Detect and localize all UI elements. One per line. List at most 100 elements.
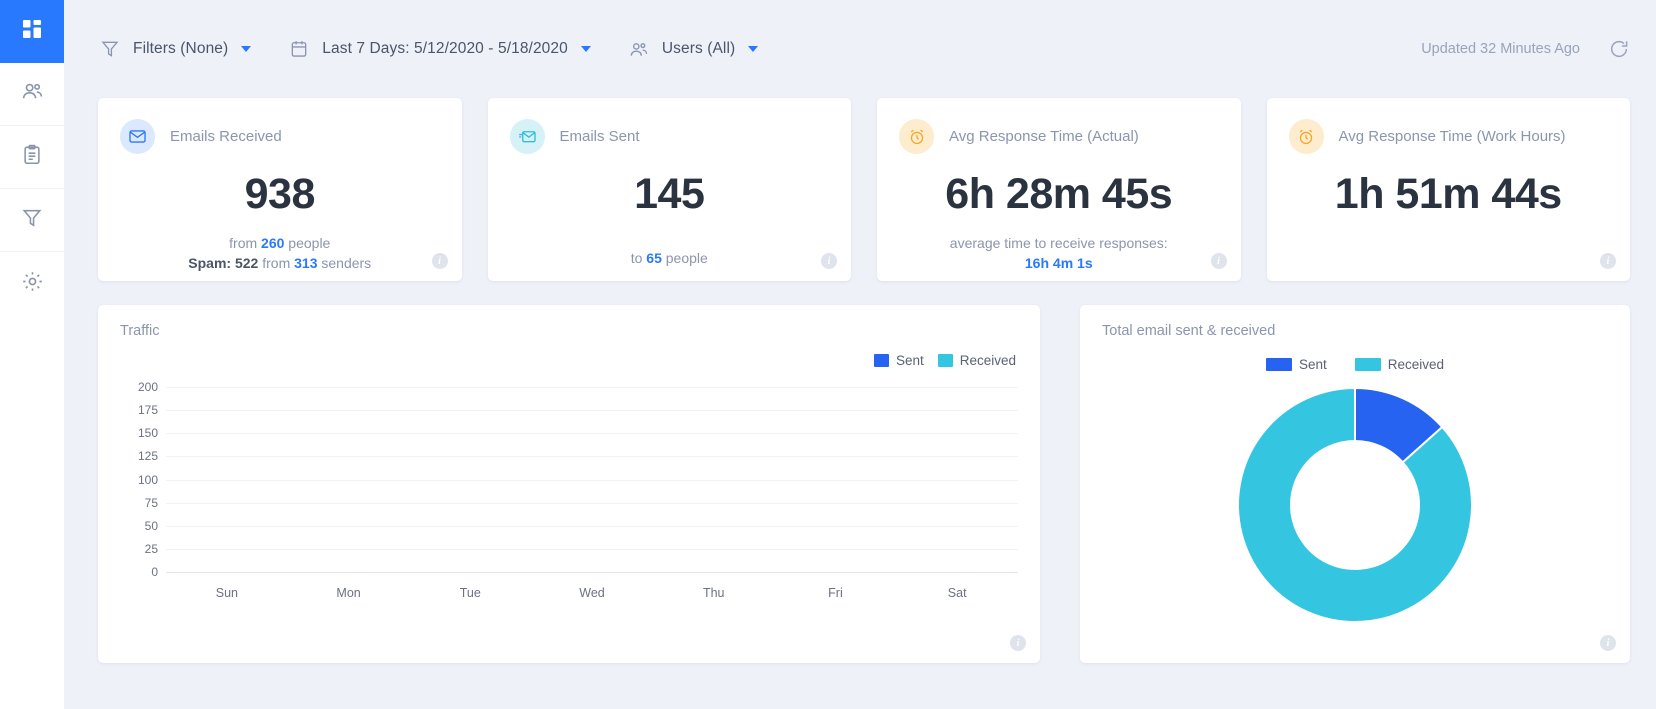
dashboard-app: Filters (None) Last 7 Days: 5/12/2020 - … <box>0 0 1656 709</box>
x-axis-label: Sun <box>166 586 288 600</box>
main-content: Filters (None) Last 7 Days: 5/12/2020 - … <box>64 0 1656 709</box>
charts-row: Traffic Sent Received 0255075100125150175… <box>64 281 1656 663</box>
kpi-value: 145 <box>510 170 830 219</box>
sidebar-item-filters[interactable] <box>0 189 64 252</box>
info-icon[interactable]: i <box>1600 635 1616 651</box>
bar-chart-plot: 0255075100125150175200 <box>166 387 1018 572</box>
y-axis-tick: 50 <box>145 519 158 533</box>
envelope-icon <box>120 119 155 154</box>
kpi-value: 938 <box>120 170 440 219</box>
kpi-title: Emails Received <box>170 128 282 145</box>
kpi-subline-1: average time to receive responses: <box>899 233 1219 253</box>
funnel-icon <box>98 37 122 61</box>
date-range-label: Last 7 Days: 5/12/2020 - 5/18/2020 <box>322 40 568 58</box>
sidebar <box>0 0 64 709</box>
x-axis-label: Thu <box>653 586 775 600</box>
donut-panel: Total email sent & received Sent Received… <box>1080 305 1630 663</box>
sidebar-item-users[interactable] <box>0 63 64 126</box>
sub-mid: from <box>258 255 294 271</box>
kpi-subline-2: 16h 4m 1s <box>899 253 1219 273</box>
clipboard-icon <box>21 144 43 171</box>
legend-label: Received <box>960 353 1016 368</box>
sidebar-filler <box>0 315 64 709</box>
donut-chart: Sent Received <box>1080 357 1630 663</box>
info-icon[interactable]: i <box>821 253 837 269</box>
kpi-subtext: from 260 people Spam: 522 from 313 sende… <box>120 233 440 273</box>
funnel-icon <box>21 207 43 234</box>
sidebar-item-settings[interactable] <box>0 252 64 315</box>
chevron-down-icon <box>241 46 251 52</box>
bar-chart-legend: Sent Received <box>874 353 1016 368</box>
chevron-down-icon <box>748 46 758 52</box>
sidebar-item-dashboard[interactable] <box>0 0 64 63</box>
legend-item[interactable]: Sent <box>874 353 924 368</box>
users-dropdown[interactable]: Users (All) <box>627 37 758 61</box>
legend-item[interactable]: Received <box>938 353 1016 368</box>
y-axis-tick: 200 <box>138 380 158 394</box>
kpi-card-avg-response-actual: Avg Response Time (Actual) 6h 28m 45s av… <box>877 98 1241 281</box>
spam-label: Spam: <box>188 255 235 271</box>
info-icon[interactable]: i <box>432 253 448 269</box>
refresh-icon[interactable] <box>1608 38 1630 60</box>
panel-title: Traffic <box>120 323 1018 339</box>
legend-label: Sent <box>1299 357 1327 372</box>
legend-swatch <box>874 354 889 367</box>
kpi-card-emails-sent: Emails Sent 145 to 65 people i <box>488 98 852 281</box>
sub-highlight: 313 <box>294 255 317 271</box>
kpi-title: Avg Response Time (Actual) <box>949 128 1139 145</box>
sub-highlight: 260 <box>261 235 284 251</box>
y-axis-tick: 100 <box>138 473 158 487</box>
kpi-header: Avg Response Time (Work Hours) <box>1289 119 1609 154</box>
x-axis-labels: SunMonTueWedThuFriSat <box>166 586 1018 600</box>
legend-item[interactable]: Sent <box>1266 357 1327 372</box>
bar-groups <box>166 387 1018 572</box>
kpi-subline-1: from 260 people <box>120 233 440 253</box>
legend-item[interactable]: Received <box>1355 357 1444 372</box>
x-axis-label: Fri <box>775 586 897 600</box>
kpi-subtext: to 65 people <box>510 248 830 268</box>
sub-highlight: 65 <box>646 250 662 266</box>
date-range-dropdown[interactable]: Last 7 Days: 5/12/2020 - 5/18/2020 <box>287 37 591 61</box>
bar-chart: Sent Received 0255075100125150175200 SunM… <box>120 345 1018 620</box>
gridline: 0 <box>166 572 1018 573</box>
traffic-panel: Traffic Sent Received 0255075100125150175… <box>98 305 1040 663</box>
sub-pre: from <box>229 235 261 251</box>
x-axis-label: Sat <box>896 586 1018 600</box>
legend-label: Received <box>1388 357 1444 372</box>
kpi-value: 6h 28m 45s <box>899 170 1219 219</box>
sub-pre: to <box>631 250 647 266</box>
kpi-header: Emails Sent <box>510 119 830 154</box>
chevron-down-icon <box>581 46 591 52</box>
kpi-card-emails-received: Emails Received 938 from 260 people Spam… <box>98 98 462 281</box>
kpi-header: Avg Response Time (Actual) <box>899 119 1219 154</box>
y-axis-tick: 75 <box>145 496 158 510</box>
sub-post: people <box>284 235 330 251</box>
kpi-card-avg-response-work-hours: Avg Response Time (Work Hours) 1h 51m 44… <box>1267 98 1631 281</box>
filters-label: Filters (None) <box>133 40 228 58</box>
filters-dropdown[interactable]: Filters (None) <box>98 37 251 61</box>
gear-icon <box>21 270 44 298</box>
legend-swatch <box>1355 358 1381 371</box>
y-axis-tick: 175 <box>138 403 158 417</box>
x-axis-label: Mon <box>288 586 410 600</box>
donut-chart-legend: Sent Received <box>1266 357 1444 372</box>
info-icon[interactable]: i <box>1211 253 1227 269</box>
info-icon[interactable]: i <box>1010 635 1026 651</box>
legend-swatch <box>1266 358 1292 371</box>
toolbar: Filters (None) Last 7 Days: 5/12/2020 - … <box>64 0 1656 98</box>
users-icon <box>627 37 651 61</box>
sidebar-item-reports[interactable] <box>0 126 64 189</box>
envelope-sent-icon <box>510 119 545 154</box>
sub-post: senders <box>317 255 371 271</box>
users-icon <box>21 80 44 108</box>
panel-title: Total email sent & received <box>1102 323 1608 339</box>
kpi-header: Emails Received <box>120 119 440 154</box>
info-icon[interactable]: i <box>1600 253 1616 269</box>
last-updated-label: Updated 32 Minutes Ago <box>1421 41 1580 57</box>
kpi-subtext: average time to receive responses: 16h 4… <box>899 233 1219 273</box>
legend-label: Sent <box>896 353 924 368</box>
kpi-value: 1h 51m 44s <box>1289 170 1609 219</box>
y-axis-tick: 0 <box>151 565 158 579</box>
kpi-title: Avg Response Time (Work Hours) <box>1339 128 1566 145</box>
kpi-subline-2: Spam: 522 from 313 senders <box>120 253 440 273</box>
